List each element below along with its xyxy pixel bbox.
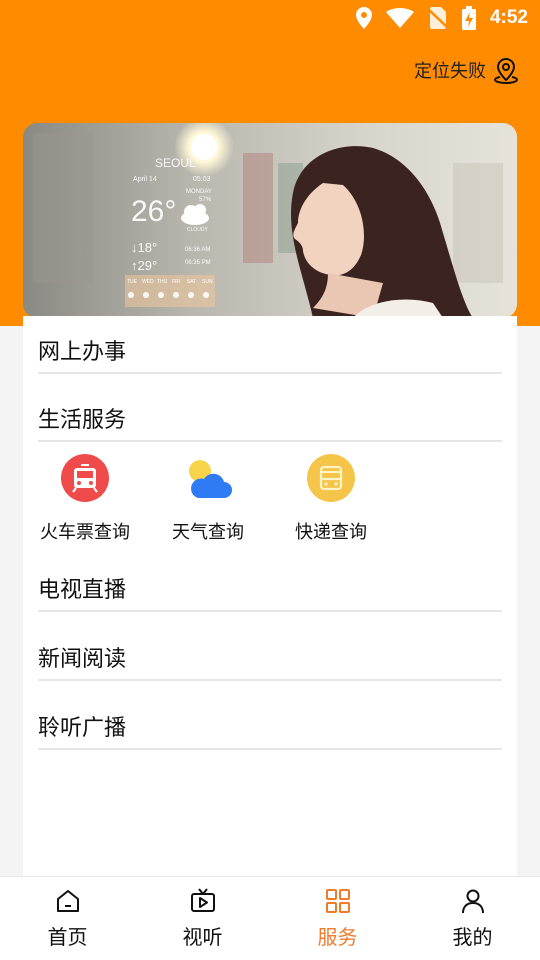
service-weather[interactable]: 天气查询: [146, 452, 270, 544]
section-title: 网上办事: [38, 340, 127, 365]
section-radio[interactable]: 聆听广播: [38, 710, 502, 750]
forecast-day-2: WED: [142, 279, 154, 285]
life-services-grid: 火车票查询 天气查询 快递查询: [23, 452, 517, 548]
forecast-day-5: SAT: [187, 279, 196, 285]
grid-icon: [325, 889, 350, 913]
weather-sunrise: 06:36 AM: [185, 247, 210, 253]
forecast-day-1: TUE: [127, 279, 138, 285]
status-time: 4:52: [489, 7, 528, 28]
weather-time: 05:03: [193, 176, 211, 183]
section-title: 新闻阅读: [38, 647, 127, 672]
bus-icon: [307, 454, 355, 502]
tab-home[interactable]: 首页: [0, 877, 135, 960]
home-icon: [56, 890, 79, 912]
section-title: 生活服务: [38, 408, 127, 433]
tv-icon: [190, 888, 215, 912]
weather-city: SEOUL: [155, 156, 196, 170]
section-online-affairs[interactable]: 网上办事: [38, 334, 502, 374]
weather-condition: CLOUDY: [187, 227, 209, 233]
location-pin-icon: [493, 57, 519, 84]
section-life-services[interactable]: 生活服务: [38, 402, 502, 442]
promo-banner[interactable]: SEOUL April 14 05:03 MONDAY 57% 26° CLOU…: [23, 123, 517, 318]
forecast-day-3: THU: [157, 279, 168, 285]
weather-forecast-strip: TUE WED THU FRI SAT SUN: [125, 275, 215, 307]
battery-charging-icon: [461, 6, 476, 30]
no-sim-icon: [427, 7, 448, 29]
weather-temperature: 26°: [131, 195, 176, 228]
tab-label: 视听: [182, 925, 223, 949]
forecast-day-6: SUN: [202, 279, 213, 285]
user-icon: [461, 889, 484, 914]
service-label: 快递查询: [295, 522, 367, 543]
wifi-icon: [385, 8, 414, 28]
service-train-ticket[interactable]: 火车票查询: [23, 452, 147, 544]
location-icon: [355, 7, 372, 29]
status-bar: 4:52: [0, 0, 540, 36]
weather-low: ↓18°: [131, 240, 157, 255]
banner-image: SEOUL April 14 05:03 MONDAY 57% 26° CLOU…: [23, 123, 517, 318]
weather-humidity: 57%: [199, 197, 212, 203]
tab-label: 服务: [317, 925, 358, 949]
section-title: 聆听广播: [38, 716, 127, 741]
weather-day: MONDAY: [186, 189, 212, 195]
section-news-reading[interactable]: 新闻阅读: [38, 641, 502, 681]
weather-high: ↑29°: [131, 258, 157, 273]
forecast-day-4: FRI: [172, 279, 180, 285]
tab-label: 首页: [47, 925, 88, 949]
weather-sunset: 06:35 PM: [185, 260, 211, 266]
weather-icon: [189, 460, 232, 498]
section-title: 电视直播: [38, 578, 127, 603]
weather-date: April 14: [133, 176, 157, 183]
service-express[interactable]: 快递查询: [269, 452, 393, 544]
bottom-tab-bar: 首页 视听 服务 我的: [0, 876, 540, 960]
tab-services[interactable]: 服务: [270, 877, 405, 960]
location-status[interactable]: 定位失败: [414, 56, 520, 84]
section-tv-live[interactable]: 电视直播: [38, 572, 502, 612]
service-panel: 网上办事 生活服务 火车票查询 天气查询 快递查询 电视直播 新闻阅读 聆听广播: [23, 316, 517, 876]
service-label: 天气查询: [172, 522, 244, 543]
location-text: 定位失败: [414, 61, 486, 82]
tab-mine[interactable]: 我的: [405, 877, 540, 960]
tab-audio-visual[interactable]: 视听: [135, 877, 270, 960]
tab-label: 我的: [452, 925, 493, 949]
service-label: 火车票查询: [40, 522, 130, 543]
train-icon: [61, 454, 109, 502]
